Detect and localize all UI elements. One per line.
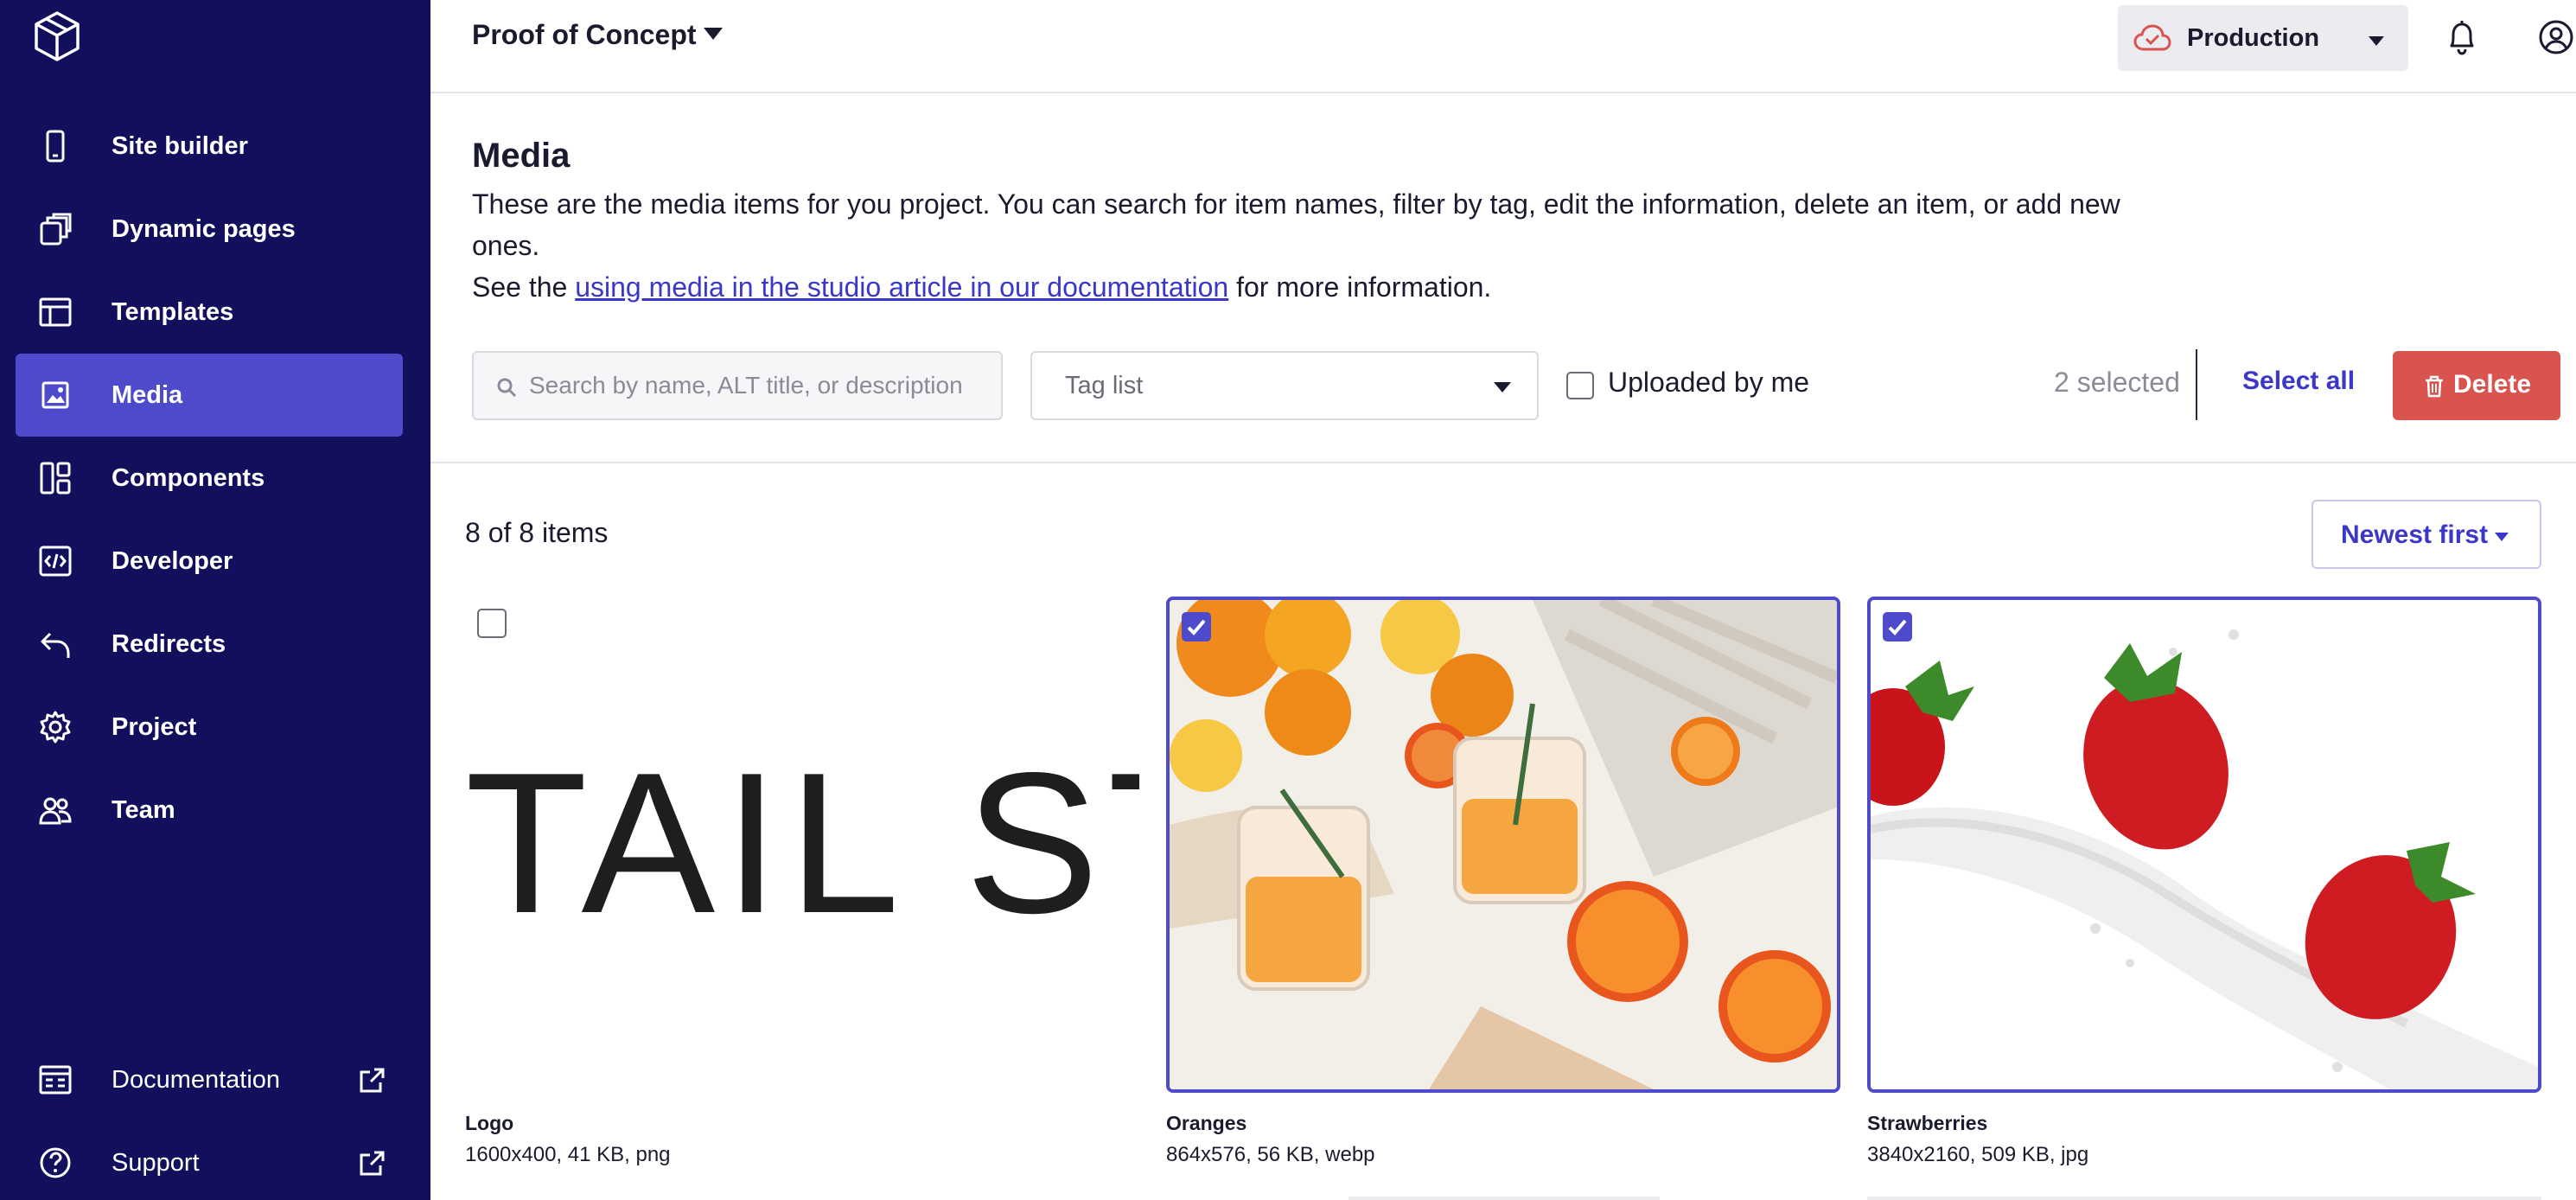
team-icon [39, 797, 72, 825]
top-bar: Proof of Concept Production [430, 0, 2576, 93]
selected-count: 2 selected [2054, 367, 2180, 398]
checkmark-icon [1187, 619, 1206, 635]
checkmark-icon [1888, 619, 1907, 635]
sidebar-item-redirects[interactable]: Redirects [16, 603, 403, 686]
media-card-logo[interactable]: TAIL ST [465, 597, 1139, 1093]
next-row-edge [1867, 1197, 2541, 1200]
delete-label: Delete [2453, 370, 2532, 399]
sidebar-item-support[interactable]: Support [16, 1121, 403, 1200]
bell-icon[interactable] [2445, 19, 2479, 55]
divider [430, 462, 2576, 463]
search-icon [497, 378, 517, 398]
project-switcher[interactable]: Proof of Concept [472, 19, 697, 51]
sidebar-item-label: Documentation [112, 1066, 281, 1094]
items-count: 8 of 8 items [465, 517, 609, 548]
description-line: See the using media in the studio articl… [472, 266, 2166, 308]
sort-select[interactable]: Newest first [2311, 500, 2541, 569]
sidebar-item-developer[interactable]: Developer [16, 520, 403, 603]
sidebar-item-templates[interactable]: Templates [16, 271, 403, 354]
sidebar-item-media[interactable]: Media [16, 354, 403, 437]
sidebar-item-dynamic-pages[interactable]: Dynamic pages [16, 188, 403, 271]
media-card-oranges[interactable] [1166, 597, 1840, 1093]
media-card-meta: 3840x2160, 509 KB, jpg [1867, 1143, 2089, 1166]
redirect-arrow-icon [41, 632, 70, 658]
sidebar: Site builder Dynamic pages Templates Med… [0, 0, 430, 1200]
sidebar-item-label: Components [112, 464, 265, 492]
cloud-check-icon [2133, 24, 2171, 51]
uploaded-by-me-label[interactable]: Uploaded by me [1608, 367, 1809, 399]
sidebar-item-label: Developer [112, 547, 233, 575]
environment-label: Production [2187, 24, 2320, 52]
gear-icon [40, 711, 71, 744]
sidebar-item-project[interactable]: Project [16, 686, 403, 769]
select-all-button[interactable]: Select all [2242, 367, 2355, 396]
components-icon [40, 462, 71, 495]
sidebar-item-team[interactable]: Team [16, 769, 403, 852]
sort-label: Newest first [2341, 520, 2489, 549]
tag-list-placeholder: Tag list [1065, 372, 1144, 399]
sidebar-item-label: Dynamic pages [112, 215, 296, 243]
sidebar-item-label: Site builder [112, 132, 248, 160]
caret-down-icon [2495, 533, 2509, 541]
sidebar-item-label: Redirects [112, 630, 226, 658]
code-icon [39, 546, 72, 577]
search-field[interactable] [472, 351, 1003, 420]
uploaded-by-me-checkbox[interactable] [1566, 372, 1594, 399]
documentation-link[interactable]: using media in the studio article in our… [575, 271, 1228, 303]
user-avatar-icon[interactable] [2538, 19, 2574, 55]
sidebar-item-label: Team [112, 796, 175, 824]
media-card-checkbox[interactable] [477, 609, 507, 638]
description-line: These are the media items for you projec… [472, 188, 2120, 261]
strawberries-image [1871, 600, 2538, 1089]
page-description: These are the media items for you projec… [472, 183, 2166, 308]
tag-list-select[interactable]: Tag list [1030, 351, 1539, 420]
media-card-name: Logo [465, 1112, 514, 1134]
logo-preview-text: TAIL ST [465, 731, 1139, 955]
environment-select[interactable]: Production [2118, 5, 2408, 71]
caret-down-icon[interactable] [704, 28, 723, 40]
external-link-icon [360, 1068, 385, 1093]
search-input[interactable] [529, 353, 996, 418]
image-icon [41, 381, 69, 409]
sidebar-item-components[interactable]: Components [16, 437, 403, 520]
phone-icon [46, 130, 65, 163]
media-card-name: Strawberries [1867, 1112, 1988, 1134]
sidebar-item-label: Templates [112, 298, 234, 326]
caret-down-icon [1494, 382, 1511, 393]
sidebar-item-documentation[interactable]: Documentation [16, 1038, 403, 1121]
oranges-image [1170, 600, 1837, 1089]
media-card-meta: 864x576, 56 KB, webp [1166, 1143, 1375, 1166]
sidebar-item-label: Media [112, 381, 183, 409]
sidebar-item-label: Project [112, 713, 197, 741]
media-card-strawberries[interactable] [1867, 597, 2541, 1093]
external-link-icon [360, 1151, 385, 1176]
description-suffix: for more information. [1228, 271, 1492, 303]
media-card-name: Oranges [1166, 1112, 1247, 1134]
sidebar-item-label: Support [112, 1149, 200, 1177]
app-logo-icon[interactable] [33, 10, 81, 62]
media-card-checkbox[interactable] [1883, 612, 1912, 641]
documentation-icon [39, 1065, 72, 1095]
media-card-meta: 1600x400, 41 KB, png [465, 1143, 671, 1166]
divider [2196, 349, 2197, 420]
description-prefix: See the [472, 271, 576, 303]
media-card-checkbox[interactable] [1182, 612, 1211, 641]
caret-down-icon [2369, 36, 2384, 46]
delete-button[interactable]: Delete [2393, 351, 2560, 420]
trash-icon [2426, 375, 2443, 398]
next-row-edge [1349, 1197, 1660, 1200]
stacked-pages-icon [40, 213, 72, 246]
sidebar-item-site-builder[interactable]: Site builder [16, 105, 403, 188]
template-icon [39, 297, 72, 327]
help-circle-icon [40, 1147, 71, 1178]
page-title: Media [472, 137, 571, 175]
